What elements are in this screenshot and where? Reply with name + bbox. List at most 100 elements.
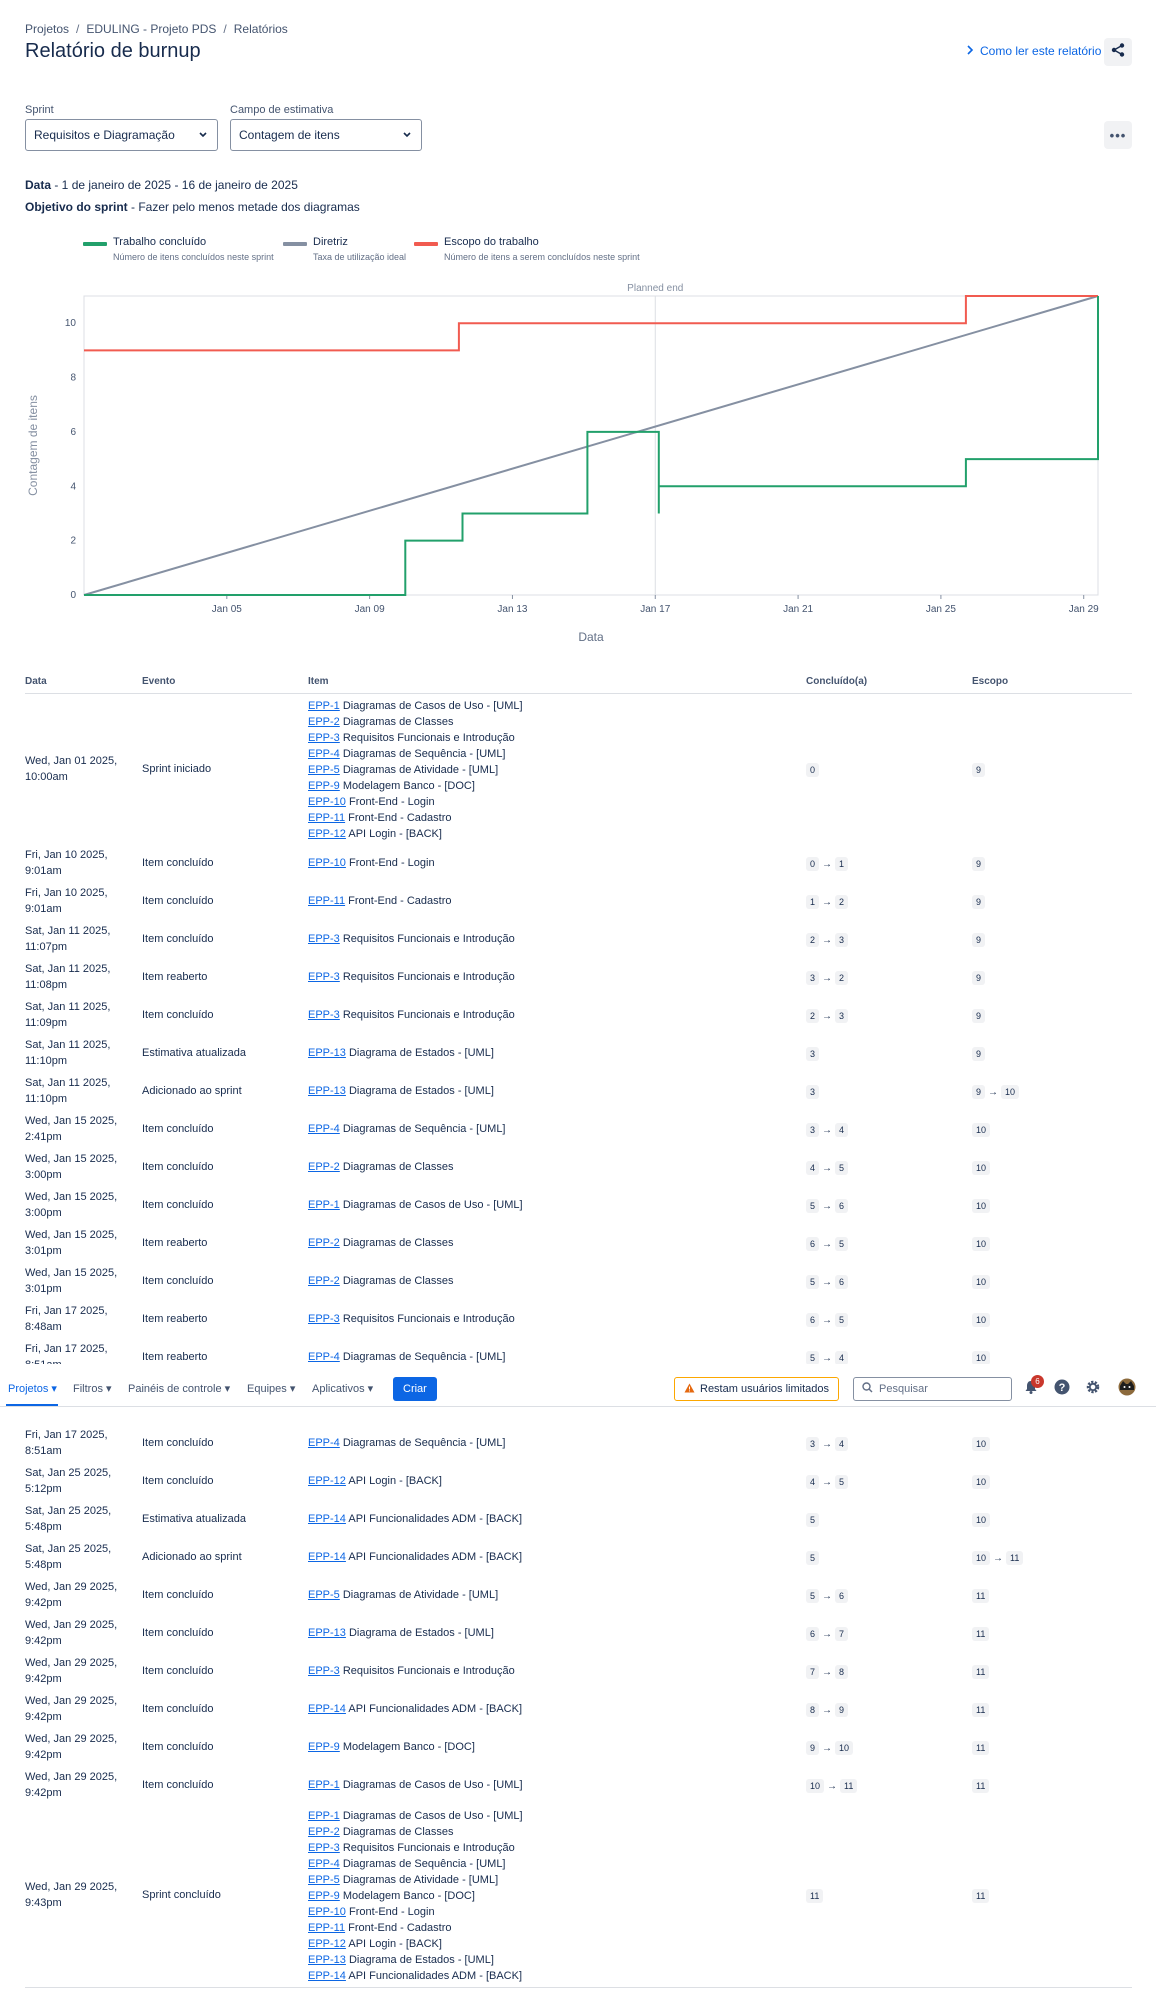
table-row: Sat, Jan 25 2025, 5:12pm Item concluído EPP…	[25, 1462, 1132, 1500]
notifications-button[interactable]: 6	[1022, 1375, 1044, 1398]
issue-key-link[interactable]: EPP-1	[308, 1810, 340, 1822]
issue-key-link[interactable]: EPP-10	[308, 1906, 346, 1918]
issue-key-link[interactable]: EPP-11	[308, 895, 345, 907]
issue-key-link[interactable]: EPP-10	[308, 796, 346, 808]
date-text: Wed, Jan 29 2025,	[25, 1619, 118, 1631]
arrow-right-icon: →	[822, 1011, 833, 1022]
create-button[interactable]: Criar	[393, 1377, 437, 1401]
how-to-read-link[interactable]: Como ler este relatório	[966, 44, 1101, 58]
issue-key-link[interactable]: EPP-13	[308, 1085, 346, 1097]
breadcrumb-project[interactable]: EDULING - Projeto PDS	[86, 22, 216, 36]
issue-key-link[interactable]: EPP-13	[308, 1047, 346, 1059]
date-text: Wed, Jan 29 2025,	[25, 1695, 118, 1707]
count-lozenge: 3	[806, 971, 820, 985]
date-text: Wed, Jan 29 2025,	[25, 1657, 118, 1669]
issue-key-link[interactable]: EPP-11	[308, 1922, 345, 1934]
done-cell: 1 → 2	[806, 894, 849, 911]
issue-key-link[interactable]: EPP-3	[308, 933, 340, 945]
count-lozenge: 4	[806, 1161, 820, 1175]
issue-key-link[interactable]: EPP-9	[308, 1741, 340, 1753]
issue-key-link[interactable]: EPP-2	[308, 1237, 340, 1249]
breadcrumb-projects[interactable]: Projetos	[25, 22, 69, 36]
issue-key-link[interactable]: EPP-2	[308, 1161, 340, 1173]
scope-cell: 10	[972, 1350, 991, 1364]
date-text: Wed, Jan 15 2025,	[25, 1191, 118, 1203]
issue-key-link[interactable]: EPP-2	[308, 1826, 340, 1838]
issue-key-link[interactable]: EPP-4	[308, 1351, 340, 1363]
issue-key-link[interactable]: EPP-14	[308, 1551, 346, 1563]
event-cell: Item reaberto	[142, 1313, 208, 1325]
issue-key-link[interactable]: EPP-1	[308, 700, 340, 712]
breadcrumb-separator: /	[223, 22, 227, 36]
date-cell: Wed, Jan 29 2025, 9:42pm	[25, 1731, 117, 1763]
nav-projects[interactable]: Projetos ▾	[8, 1382, 57, 1395]
issue-key-link[interactable]: EPP-3	[308, 1313, 340, 1325]
settings-button[interactable]	[1084, 1380, 1102, 1398]
issue-key-link[interactable]: EPP-2	[308, 1275, 340, 1287]
estimate-field-select[interactable]: Contagem de itens	[230, 119, 422, 151]
issue-key-link[interactable]: EPP-9	[308, 1890, 340, 1902]
issue-key-link[interactable]: EPP-14	[308, 1513, 346, 1525]
y-tick-label: 0	[70, 590, 76, 601]
scope-cell: 10	[972, 1474, 991, 1490]
issue-key-link[interactable]: EPP-10	[308, 857, 346, 869]
event-cell: Item concluído	[142, 1275, 214, 1287]
event-cell: Item concluído	[142, 1199, 214, 1211]
nav-filters[interactable]: Filtros ▾	[73, 1382, 112, 1395]
gear-icon	[1085, 1379, 1101, 1400]
issue-summary: Diagramas de Sequência - [UML]	[342, 1351, 506, 1363]
issue-key-link[interactable]: EPP-3	[308, 1842, 340, 1854]
scope-cell: 9	[972, 1046, 986, 1062]
count-lozenge: 1	[835, 857, 849, 871]
issue-key-link[interactable]: EPP-2	[308, 716, 340, 728]
issue-key-link[interactable]: EPP-4	[308, 1858, 340, 1870]
issue-key-link[interactable]: EPP-12	[308, 1938, 346, 1950]
issue-key-link[interactable]: EPP-5	[308, 764, 340, 776]
issue-summary: Diagramas de Casos de Uso - [UML]	[342, 1199, 523, 1211]
how-to-read-label: Como ler este relatório	[980, 44, 1102, 58]
nav-teams[interactable]: Equipes ▾	[247, 1382, 295, 1395]
nav-dashboards[interactable]: Painéis de controle ▾	[128, 1382, 230, 1395]
issue-key-link[interactable]: EPP-4	[308, 748, 340, 760]
issue-key-link[interactable]: EPP-4	[308, 1123, 340, 1135]
sprint-select[interactable]: Requisitos e Diagramação	[25, 119, 218, 151]
help-button[interactable]: ?	[1053, 1379, 1071, 1398]
issue-key-link[interactable]: EPP-12	[308, 1475, 346, 1487]
search-input[interactable]: Pesquisar	[853, 1377, 1012, 1401]
issue-key-link[interactable]: EPP-13	[308, 1954, 346, 1966]
legend-title: Escopo do trabalho	[444, 236, 539, 248]
legend-swatch	[414, 242, 438, 246]
issue-key-link[interactable]: EPP-3	[308, 732, 340, 744]
issue-key-link[interactable]: EPP-1	[308, 1199, 340, 1211]
count-lozenge: 11	[972, 1889, 990, 1903]
share-button[interactable]	[1104, 38, 1132, 66]
issue-key-link[interactable]: EPP-3	[308, 1009, 340, 1021]
issue-summary: Modelagem Banco - [DOC]	[342, 780, 475, 792]
issue-key-link[interactable]: EPP-5	[308, 1874, 340, 1886]
issue-key-link[interactable]: EPP-14	[308, 1703, 346, 1715]
issue-key-link[interactable]: EPP-1	[308, 1779, 340, 1791]
breadcrumb-reports[interactable]: Relatórios	[234, 22, 288, 36]
issue-key-link[interactable]: EPP-4	[308, 1437, 340, 1449]
avatar[interactable]	[1118, 1378, 1136, 1398]
count-lozenge: 5	[835, 1237, 849, 1251]
item-cell: EPP-14 API Funcionalidades ADM - [BACK]	[308, 1511, 522, 1527]
arrow-right-icon: →	[822, 1277, 833, 1288]
issue-key-link[interactable]: EPP-12	[308, 828, 346, 840]
issue-key-link[interactable]: EPP-3	[308, 1665, 340, 1677]
event-cell: Item concluído	[142, 1589, 214, 1601]
limited-users-button[interactable]: Restam usuários limitados	[674, 1377, 839, 1401]
x-axis-label: Data	[578, 630, 604, 644]
issue-key-link[interactable]: EPP-11	[308, 812, 345, 824]
issue-key-link[interactable]: EPP-9	[308, 780, 340, 792]
chevron-down-icon	[198, 128, 208, 142]
issue-key-link[interactable]: EPP-3	[308, 971, 340, 983]
more-actions-button[interactable]: •••	[1104, 121, 1132, 149]
issue-summary: Modelagem Banco - [DOC]	[342, 1741, 475, 1753]
issue-key-link[interactable]: EPP-14	[308, 1970, 346, 1982]
issue-key-link[interactable]: EPP-5	[308, 1589, 340, 1601]
done-cell: 5 → 6	[806, 1588, 849, 1605]
scope-cell: 9 → 10	[972, 1084, 1020, 1101]
nav-apps[interactable]: Aplicativos ▾	[312, 1382, 373, 1395]
issue-key-link[interactable]: EPP-13	[308, 1627, 346, 1639]
